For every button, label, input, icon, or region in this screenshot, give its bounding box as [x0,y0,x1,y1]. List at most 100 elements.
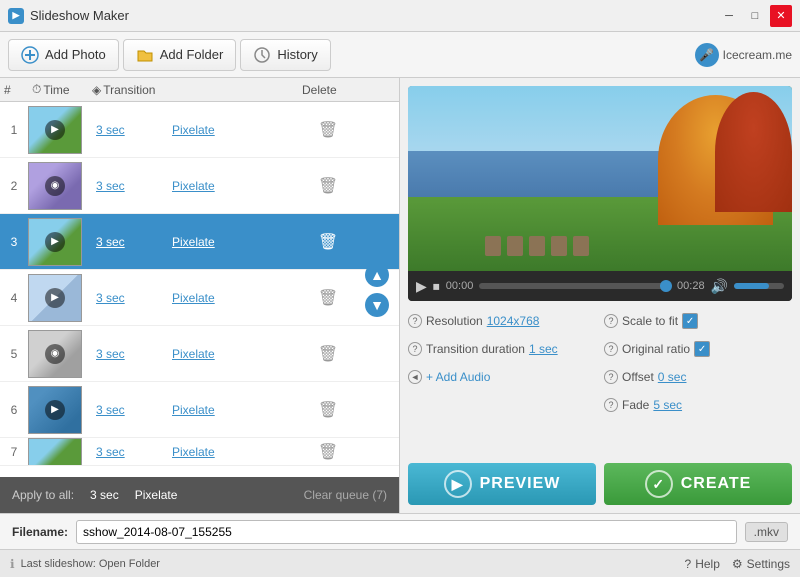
resolution-row: ? Resolution 1024x768 [408,309,596,333]
time-value[interactable]: 3 sec [88,291,168,305]
settings-gear-icon: ⚙ [732,557,743,571]
original-ratio-checkbox[interactable]: ✓ [694,341,710,357]
filename-input[interactable] [76,520,737,544]
brand-icon: 🎤 [695,43,719,67]
scroll-down-button[interactable]: ▼ [365,293,389,317]
settings-left: ? Resolution 1024x768 ? Transition durat… [408,309,596,417]
col-time: ⏱ Time [28,82,88,97]
volume-button[interactable]: 🔊 [711,278,728,295]
fade-info-icon[interactable]: ? [604,398,618,412]
last-slideshow-label[interactable]: Last slideshow: Open Folder [21,558,160,570]
filename-label: Filename: [12,525,68,539]
history-button[interactable]: History [240,39,330,71]
photo-list[interactable]: 1 ▶ 3 sec Pixelate 🗑 2 ◉ 3 sec [0,102,399,477]
apply-time[interactable]: 3 sec [90,488,119,502]
scale-info-icon[interactable]: ? [604,314,618,328]
settings-button[interactable]: ⚙ Settings [732,557,790,571]
fade-value[interactable]: 5 sec [653,398,682,412]
original-ratio-label: Original ratio [622,342,690,356]
table-row[interactable]: 4 ▶ 3 sec Pixelate 🗑 [0,270,399,326]
statusbar: ℹ Last slideshow: Open Folder ? Help ⚙ S… [0,549,800,577]
volume-bar[interactable] [734,283,784,289]
thumb-overlay: ◉ [29,163,81,209]
maximize-button[interactable]: □ [744,5,766,27]
progress-bar[interactable] [479,283,671,289]
audio-icon[interactable]: ◄ [408,370,422,384]
play-button[interactable]: ▶ [416,278,427,295]
offset-value[interactable]: 0 sec [658,370,687,384]
scale-to-fit-checkbox[interactable]: ✓ [682,313,698,329]
add-photo-button[interactable]: Add Photo [8,39,119,71]
clock-icon: ⏱ [32,82,41,97]
minimize-button[interactable]: ─ [718,5,740,27]
preview-button[interactable]: ▶ PREVIEW [408,463,596,505]
table-row[interactable]: 1 ▶ 3 sec Pixelate 🗑 [0,102,399,158]
apply-label: Apply to all: [12,488,74,502]
resolution-info-icon[interactable]: ? [408,314,422,328]
create-button[interactable]: ✓ CREATE [604,463,792,505]
resolution-label: Resolution [426,314,483,328]
time-value[interactable]: 3 sec [88,235,168,249]
row-number: 5 [0,347,28,361]
transition-info-icon[interactable]: ? [408,342,422,356]
titlebar-left: ▶ Slideshow Maker [8,8,129,24]
progress-knob[interactable] [660,280,672,292]
delete-button[interactable]: 🗑 [298,176,358,196]
delete-button[interactable]: 🗑 [298,288,358,308]
delete-button[interactable]: 🗑 [298,120,358,140]
transition-value[interactable]: Pixelate [168,347,298,361]
toolbar-right: 🎤 Icecream.me [695,43,792,67]
time-value[interactable]: 3 sec [88,403,168,417]
table-row[interactable]: 7 3 sec Pixelate 🗑 [0,438,399,466]
table-row[interactable]: 3 ▶ 3 sec Pixelate 🗑 [0,214,399,270]
table-row[interactable]: 6 ▶ 3 sec Pixelate 🗑 [0,382,399,438]
table-row[interactable]: 5 ◉ 3 sec Pixelate 🗑 [0,326,399,382]
add-audio-button[interactable]: + Add Audio [426,370,490,384]
create-label: CREATE [681,475,752,493]
chair [507,236,523,256]
transition-duration-row: ? Transition duration 1 sec [408,337,596,361]
col-delete: Delete [298,83,358,97]
thumbnail: ◉ [28,330,82,378]
offset-info-icon[interactable]: ? [604,370,618,384]
action-buttons: ▶ PREVIEW ✓ CREATE [408,463,792,505]
resolution-value[interactable]: 1024x768 [487,314,540,328]
offset-label: Offset [622,370,654,384]
time-value[interactable]: 3 sec [88,179,168,193]
titlebar-controls: ─ □ ✕ [718,5,792,27]
scroll-up-button[interactable]: ▲ [365,263,389,287]
preview-area: ▶ ⏹ 00:00 00:28 🔊 [408,86,792,301]
col-transition: ◈ Transition [88,83,168,97]
transition-value[interactable]: Pixelate [168,179,298,193]
thumbnail [28,438,82,466]
transition-icon: ◈ [92,83,101,97]
transition-value[interactable]: Pixelate [168,445,298,459]
scroll-arrows: ▲ ▼ [365,263,389,317]
filename-bar: Filename: .mkv [0,513,800,549]
transition-value[interactable]: Pixelate [168,403,298,417]
add-folder-button[interactable]: Add Folder [123,39,237,71]
time-value[interactable]: 3 sec [88,445,168,459]
transition-value[interactable]: Pixelate [168,123,298,137]
transition-value[interactable]: Pixelate [168,291,298,305]
add-photo-label: Add Photo [45,47,106,62]
delete-button[interactable]: 🗑 [298,232,358,252]
transition-duration-value[interactable]: 1 sec [529,342,558,356]
table-row[interactable]: 2 ◉ 3 sec Pixelate 🗑 [0,158,399,214]
delete-button[interactable]: 🗑 [298,344,358,364]
help-button[interactable]: ? Help [685,557,720,571]
clear-queue-button[interactable]: Clear queue (7) [304,488,387,502]
apply-transition[interactable]: Pixelate [135,488,178,502]
transition-value[interactable]: Pixelate [168,235,298,249]
delete-button[interactable]: 🗑 [298,400,358,420]
time-value[interactable]: 3 sec [88,123,168,137]
time-value[interactable]: 3 sec [88,347,168,361]
chair [485,236,501,256]
row-number: 2 [0,179,28,193]
col-num: # [0,83,28,97]
close-button[interactable]: ✕ [770,5,792,27]
help-icon: ? [685,557,692,571]
ratio-info-icon[interactable]: ? [604,342,618,356]
stop-button[interactable]: ⏹ [433,278,440,295]
delete-button[interactable]: 🗑 [298,442,358,462]
